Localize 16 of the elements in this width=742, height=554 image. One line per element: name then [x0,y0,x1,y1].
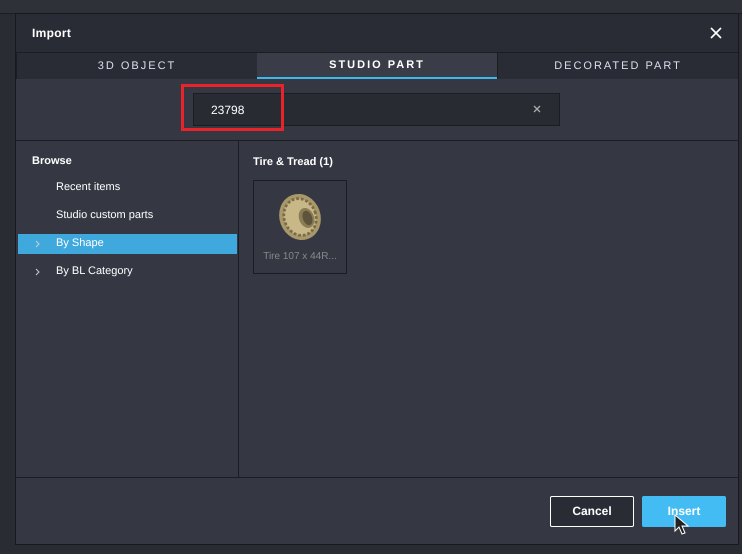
tree-item[interactable]: Studio custom parts [18,206,237,226]
tab[interactable]: STUDIO PART [257,53,497,79]
category-heading: Tire & Tread (1) [253,155,334,170]
search-field[interactable]: 23798 [193,93,560,126]
clear-icon[interactable] [533,105,541,113]
tab[interactable]: DECORATED PART [497,53,738,79]
tree-item[interactable]: By BL Category [18,262,237,282]
tree-item[interactable]: Recent items [18,178,237,198]
cursor-icon [674,514,690,536]
cancel-button[interactable]: Cancel [550,496,634,526]
close-icon[interactable] [710,27,722,39]
chevron-icon [34,240,40,248]
sidebar-heading: Browse [31,154,73,169]
chevron-icon [34,268,40,276]
part-label: Tire 107 x 44R... [263,250,337,264]
window-title: Import [32,25,72,42]
